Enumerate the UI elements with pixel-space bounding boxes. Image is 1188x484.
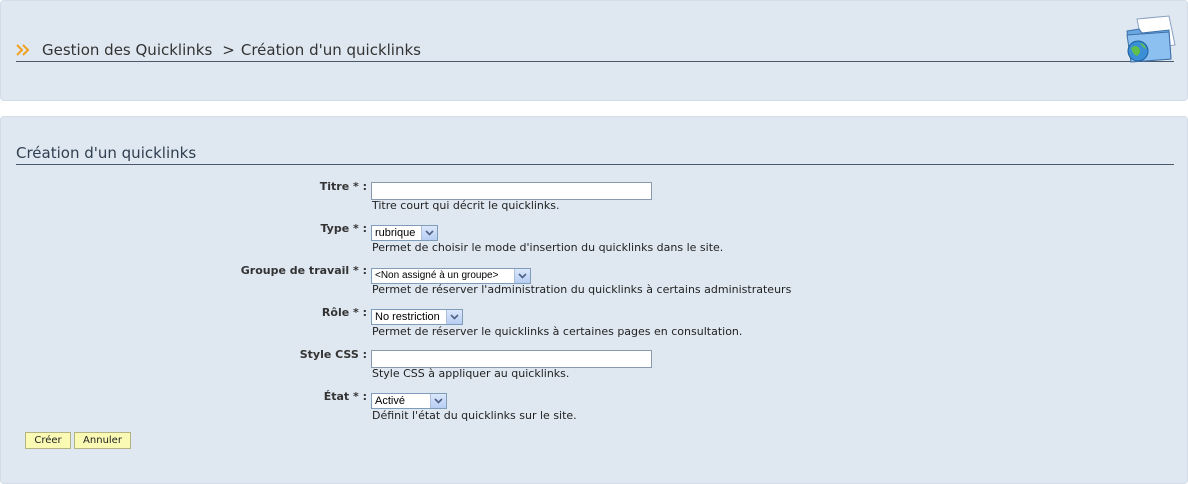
etat-select[interactable]: Activé: [371, 393, 447, 409]
field-row-role: Rôle * : No restriction Permet de réserv…: [1, 306, 1187, 346]
type-label: Type * :: [320, 222, 367, 235]
titre-help: Titre court qui décrit le quicklinks.: [372, 199, 560, 212]
chevron-down-icon[interactable]: [446, 310, 462, 324]
cancel-button[interactable]: Annuler: [74, 432, 131, 449]
section-divider: [16, 164, 1174, 165]
chevron-down-icon[interactable]: [430, 394, 446, 408]
titre-label: Titre * :: [319, 180, 367, 193]
field-row-type: Type * : rubrique Permet de choisir le m…: [1, 222, 1187, 262]
field-row-titre: Titre * : Titre court qui décrit le quic…: [1, 180, 1187, 220]
css-help: Style CSS à appliquer au quicklinks.: [372, 367, 570, 380]
breadcrumb-root-link[interactable]: Gestion des Quicklinks: [42, 41, 212, 59]
create-button[interactable]: Créer: [25, 432, 71, 449]
role-select[interactable]: No restriction: [371, 309, 463, 325]
chevron-down-icon[interactable]: [421, 226, 437, 240]
titre-input[interactable]: [371, 181, 652, 200]
breadcrumb: Gestion des Quicklinks > Création d'un q…: [16, 41, 421, 59]
header-panel: Gestion des Quicklinks > Création d'un q…: [0, 0, 1188, 101]
type-select[interactable]: rubrique: [371, 225, 438, 241]
form-panel: Création d'un quicklinks Titre * : Titre…: [0, 116, 1188, 484]
breadcrumb-separator: >: [222, 41, 235, 59]
breadcrumb-current: Création d'un quicklinks: [240, 41, 421, 59]
groupe-help: Permet de réserver l'administration du q…: [372, 283, 792, 296]
role-help: Permet de réserver le quicklinks à certa…: [372, 325, 743, 338]
css-label: Style CSS :: [299, 348, 367, 361]
chevron-down-icon[interactable]: [514, 268, 530, 283]
groupe-label: Groupe de travail * :: [240, 264, 367, 277]
field-row-groupe: Groupe de travail * : <Non assigné à un …: [1, 264, 1187, 304]
etat-label: État * :: [323, 390, 367, 403]
etat-select-value: Activé: [375, 395, 405, 407]
field-row-css: Style CSS : Style CSS à appliquer au qui…: [1, 348, 1187, 388]
role-select-value: No restriction: [375, 311, 440, 323]
etat-help: Définit l'état du quicklinks sur le site…: [372, 409, 577, 422]
groupe-select[interactable]: <Non assigné à un groupe>: [371, 267, 531, 284]
field-row-etat: État * : Activé Définit l'état du quickl…: [1, 390, 1187, 430]
type-help: Permet de choisir le mode d'insertion du…: [372, 241, 724, 254]
folder-globe-icon: [1123, 15, 1177, 69]
type-select-value: rubrique: [375, 227, 416, 239]
css-input[interactable]: [371, 349, 652, 368]
section-title: Création d'un quicklinks: [16, 144, 197, 162]
double-arrow-icon: [16, 44, 32, 56]
groupe-select-value: <Non assigné à un groupe>: [375, 270, 499, 281]
role-label: Rôle * :: [321, 306, 367, 319]
header-divider: [16, 61, 1174, 62]
